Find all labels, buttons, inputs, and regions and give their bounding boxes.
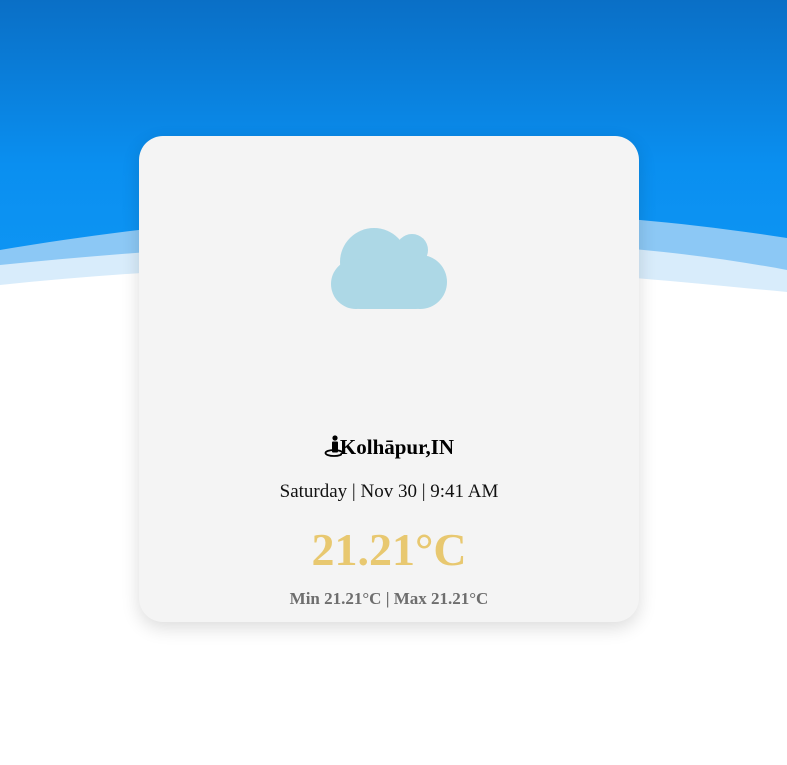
location-heading: Kolhāpur,IN: [139, 434, 639, 460]
location-name: Kolhāpur,IN: [339, 435, 455, 459]
date-time: Saturday | Nov 30 | 9:41 AM: [279, 481, 499, 502]
cloud-icon: [331, 228, 447, 309]
weather-card: Kolhāpur,IN Saturday | Nov 30 | 9:41 AM …: [139, 136, 639, 622]
current-temperature: 21.21°C: [311, 524, 467, 575]
min-max-temperature: Min 21.21°C | Max 21.21°C: [289, 589, 489, 608]
